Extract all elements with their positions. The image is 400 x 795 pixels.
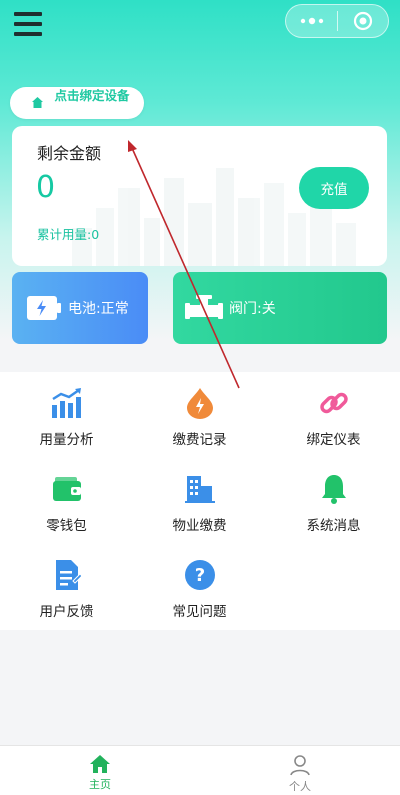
bottom-tab-bar: 主页 个人: [0, 745, 400, 795]
menu-item-system-messages[interactable]: 系统消息: [267, 458, 400, 544]
recharge-button[interactable]: 充值: [299, 167, 369, 209]
user-icon: [290, 755, 310, 776]
menu-item-label: 物业缴费: [172, 518, 227, 534]
bell-icon: [317, 472, 351, 506]
menu-item-usage-analysis[interactable]: 用量分析: [0, 372, 133, 458]
valve-status-card[interactable]: 阀门:关: [173, 272, 387, 344]
menu-item-label: 常见问题: [172, 604, 227, 620]
more-dots-icon[interactable]: [286, 5, 337, 37]
menu-item-wallet[interactable]: 零钱包: [0, 458, 133, 544]
menu-item-label: 零钱包: [46, 518, 87, 534]
tab-label: 主页: [89, 778, 111, 791]
menu-item-property-fees[interactable]: 物业缴费: [133, 458, 266, 544]
valve-icon: [185, 295, 223, 319]
svg-text:?: ?: [194, 565, 204, 586]
feedback-icon: [50, 558, 84, 592]
battery-status-card[interactable]: 电池:正常: [12, 272, 148, 344]
menu-item-label: 缴费记录: [172, 432, 227, 448]
function-menu-grid: 用量分析 缴费记录 绑定仪表 零钱包 物业缴费 系统消息 用户反馈 ? 常见问题: [0, 372, 400, 630]
tab-home[interactable]: 主页: [0, 746, 200, 795]
battery-icon: [27, 296, 61, 320]
cumulative-usage: 累计用量:0: [37, 227, 100, 242]
menu-item-label: 系统消息: [306, 518, 361, 534]
balance-card: 剩余金额 0 累计用量:0 充值: [12, 126, 387, 266]
menu-item-faq[interactable]: ? 常见问题: [133, 544, 266, 630]
balance-value: 0: [36, 170, 56, 205]
link-icon: [317, 386, 351, 420]
hamburger-menu-icon[interactable]: [14, 10, 42, 38]
tab-label: 个人: [289, 780, 311, 793]
question-icon: ?: [183, 558, 217, 592]
menu-item-label: 用户反馈: [39, 604, 94, 620]
menu-item-user-feedback[interactable]: 用户反馈: [0, 544, 133, 630]
balance-title: 剩余金额: [37, 144, 102, 163]
miniprogram-capsule: [285, 4, 389, 38]
bar-chart-icon: [50, 386, 84, 420]
building-icon: [183, 472, 217, 506]
wallet-icon: [50, 472, 84, 506]
menu-item-payment-records[interactable]: 缴费记录: [133, 372, 266, 458]
menu-item-label: 用量分析: [39, 432, 94, 448]
home-small-icon: [32, 97, 43, 108]
bind-device-button[interactable]: 点击绑定设备: [10, 87, 144, 119]
menu-item-label: 绑定仪表: [306, 432, 361, 448]
battery-status-label: 电池:正常: [68, 301, 129, 317]
home-icon: [90, 755, 110, 773]
close-miniprogram-icon[interactable]: [338, 5, 388, 37]
bind-device-label: 点击绑定设备: [54, 88, 130, 103]
menu-item-bind-meter[interactable]: 绑定仪表: [267, 372, 400, 458]
tab-profile[interactable]: 个人: [200, 746, 400, 795]
payment-record-icon: [183, 386, 217, 420]
valve-status-label: 阀门:关: [229, 301, 276, 317]
